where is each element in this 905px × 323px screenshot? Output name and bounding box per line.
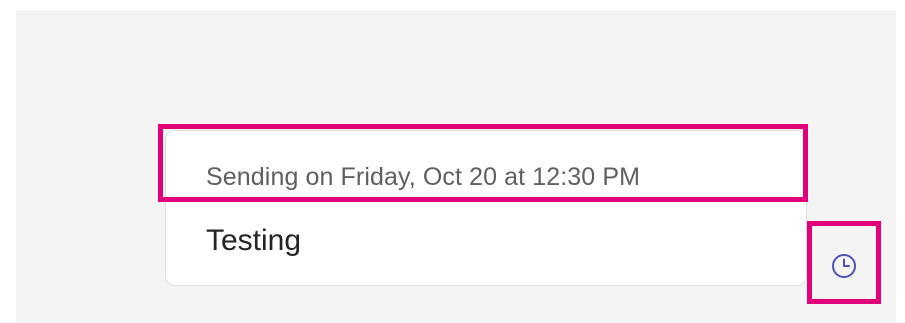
scheduled-time-button[interactable] [807,221,881,304]
message-body[interactable]: Testing [206,221,301,261]
clock-icon [832,253,856,278]
scheduled-send-label: Sending on Friday, Oct 20 at 12:30 PM [206,163,641,191]
